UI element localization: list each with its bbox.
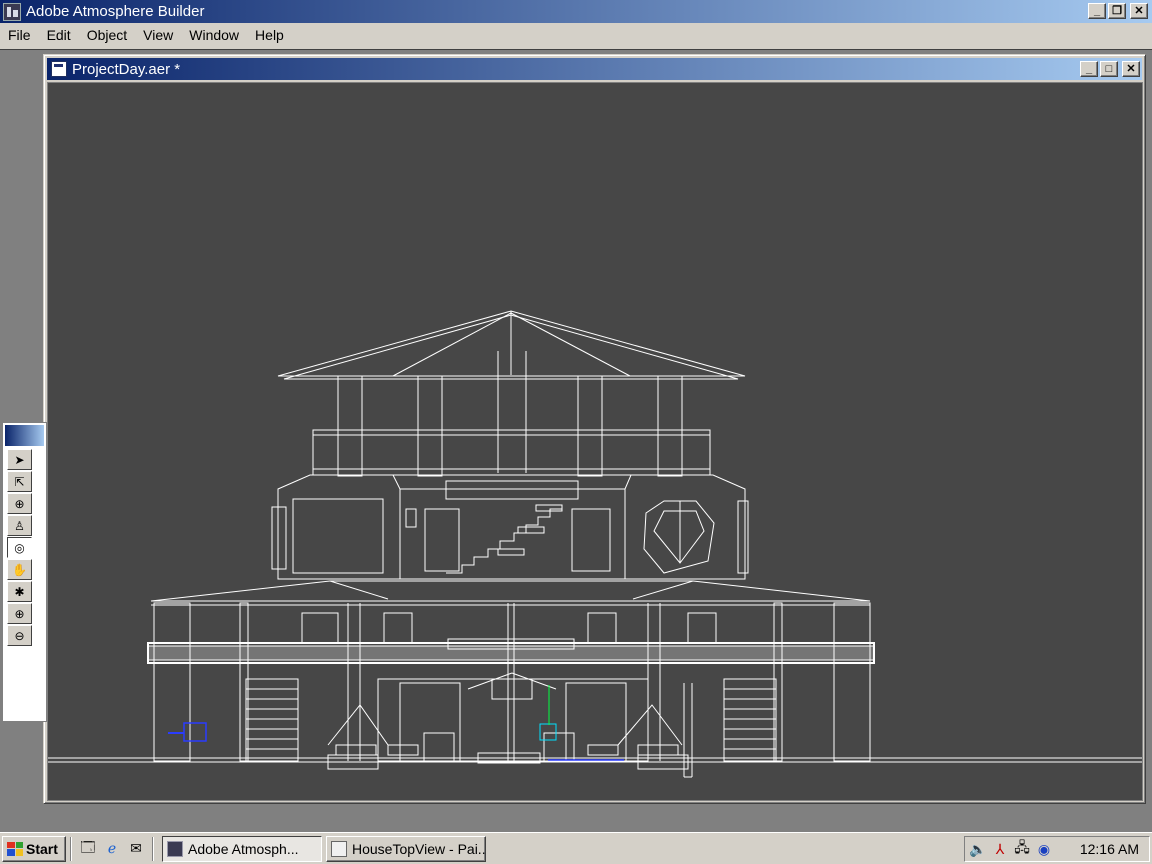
paint-app-icon	[331, 840, 347, 857]
start-button[interactable]: Start	[2, 835, 66, 862]
toolbox-titlebar[interactable]	[5, 425, 44, 446]
menu-view[interactable]: View	[135, 27, 181, 43]
menu-window[interactable]: Window	[181, 27, 247, 43]
taskbar-separator	[70, 836, 72, 861]
3d-viewport[interactable]	[47, 82, 1143, 801]
crosshair-tool-icon[interactable]: ✱	[7, 581, 32, 602]
clock[interactable]: 12:16 AM	[1080, 841, 1139, 857]
menu-file[interactable]: File	[0, 27, 39, 43]
zoom-out-icon[interactable]: ⊖	[7, 625, 32, 646]
document-title: ProjectDay.aer *	[72, 60, 181, 78]
doc-maximize-button[interactable]: □	[1100, 61, 1118, 77]
orbit-object-icon[interactable]: ⊕	[7, 493, 32, 514]
adobe-acrobat-icon[interactable]: ⅄	[991, 840, 1009, 858]
app-icon[interactable]	[3, 2, 21, 21]
menu-edit[interactable]: Edit	[39, 27, 79, 43]
start-label: Start	[26, 840, 58, 857]
windows-flag-icon	[7, 841, 23, 856]
outlook-express-icon[interactable]: ✉	[127, 840, 145, 858]
document-titlebar[interactable]: ProjectDay.aer * _ □ ✕	[47, 58, 1142, 80]
volume-icon[interactable]: 🔈	[969, 840, 987, 858]
task-label: HouseTopView - Pai...	[352, 840, 486, 857]
taskbar: Start 🗔 ℯ ✉ Adobe Atmosph... HouseTopVie…	[0, 832, 1152, 864]
menu-help[interactable]: Help	[247, 27, 292, 43]
taskbar-separator	[152, 836, 154, 861]
task-label: Adobe Atmosph...	[188, 840, 299, 857]
close-button[interactable]: ✕	[1130, 3, 1148, 19]
show-desktop-icon[interactable]: 🗔	[79, 839, 97, 858]
doc-close-button[interactable]: ✕	[1122, 61, 1140, 77]
toolbox-palette: ➤ ⇱ ⊕ ♙ ◎ ✋ ✱ ⊕ ⊖	[2, 422, 47, 722]
direct-select-icon[interactable]: ⇱	[7, 471, 32, 492]
messenger-icon[interactable]: ◉	[1035, 840, 1053, 858]
task-button-atmosphere[interactable]: Adobe Atmosph...	[162, 835, 322, 862]
select-arrow-icon[interactable]: ➤	[7, 449, 32, 470]
system-tray: 🔈 ⅄ 🖧 ◉ 12:16 AM	[964, 836, 1150, 862]
app-titlebar[interactable]: Adobe Atmosphere Builder _ ❐ ✕	[0, 0, 1152, 23]
network-disconnected-icon[interactable]: 🖧	[1013, 839, 1031, 858]
walk-icon[interactable]: ♙	[7, 515, 32, 536]
resize-grip-icon[interactable]	[1136, 813, 1152, 829]
document-icon[interactable]	[51, 61, 67, 77]
hand-pan-icon[interactable]: ✋	[7, 559, 32, 580]
app-title: Adobe Atmosphere Builder	[26, 3, 205, 20]
internet-explorer-icon[interactable]: ℯ	[103, 840, 121, 858]
doc-minimize-button[interactable]: _	[1080, 61, 1098, 77]
orbit-camera-icon[interactable]: ◎	[7, 537, 32, 558]
task-button-paint[interactable]: HouseTopView - Pai...	[326, 835, 486, 862]
zoom-in-icon[interactable]: ⊕	[7, 603, 32, 624]
restore-button[interactable]: ❐	[1108, 3, 1126, 19]
atmosphere-app-icon	[167, 840, 183, 857]
menu-bar: File Edit Object View Window Help	[0, 23, 1152, 47]
house-wireframe	[48, 310, 1142, 778]
document-window: ProjectDay.aer * _ □ ✕	[43, 54, 1146, 804]
minimize-button[interactable]: _	[1088, 3, 1106, 19]
menu-object[interactable]: Object	[79, 27, 135, 43]
